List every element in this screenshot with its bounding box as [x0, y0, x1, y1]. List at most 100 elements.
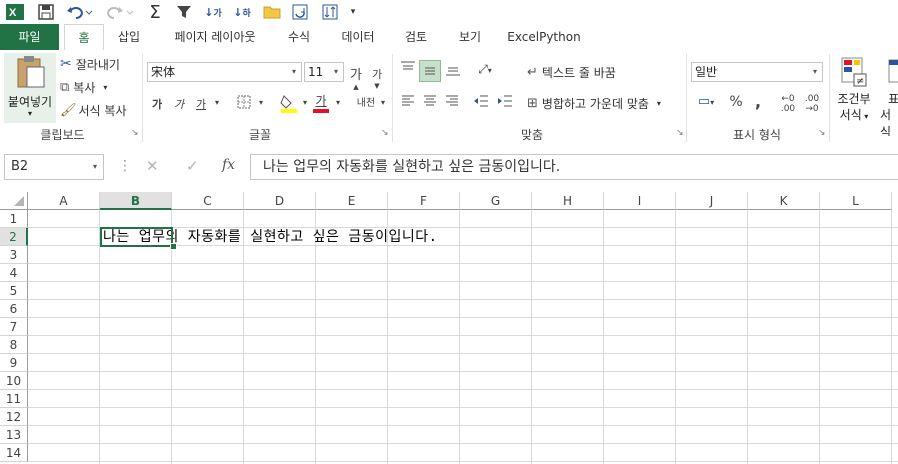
open-folder-icon[interactable]: [262, 2, 282, 22]
increase-decimal-button[interactable]: ←0.00: [778, 94, 798, 114]
font-color-button[interactable]: 가: [312, 92, 330, 114]
merge-center-button[interactable]: ⊞ 병합하고 가운데 맞춤 ▾: [527, 93, 661, 113]
underline-button[interactable]: 가: [194, 96, 208, 112]
cancel-icon[interactable]: ✕: [146, 157, 159, 175]
phonetic-dropdown-icon[interactable]: ▾: [378, 98, 388, 107]
percent-button[interactable]: %: [728, 94, 744, 110]
column-header-h[interactable]: H: [532, 192, 604, 210]
row-header-5[interactable]: 5: [0, 282, 28, 300]
tab-insert[interactable]: 삽입: [108, 24, 150, 50]
italic-button[interactable]: 가: [172, 96, 186, 112]
increase-indent-button[interactable]: [496, 94, 514, 112]
autosum-icon[interactable]: Σ: [146, 2, 164, 23]
fill-color-button[interactable]: [280, 92, 298, 114]
decrease-indent-button[interactable]: [472, 94, 490, 112]
row-header-2[interactable]: 2: [0, 228, 28, 246]
copy-button[interactable]: ⧉ 복사 ▾: [60, 78, 107, 96]
column-header-a[interactable]: A: [28, 192, 100, 210]
name-box-dropdown-icon[interactable]: ▾: [93, 155, 97, 179]
alignment-dialog-launcher-icon[interactable]: ↘: [676, 129, 685, 138]
font-name-dropdown-icon[interactable]: ▾: [287, 63, 301, 81]
column-header-f[interactable]: F: [388, 192, 460, 210]
row-header-13[interactable]: 13: [0, 426, 28, 444]
row-header-10[interactable]: 10: [0, 372, 28, 390]
row-header-8[interactable]: 8: [0, 336, 28, 354]
formula-input[interactable]: 나는 업무의 자동화를 실현하고 싶은 금동이입니다.: [250, 154, 898, 180]
row-header-9[interactable]: 9: [0, 354, 28, 372]
column-header-b[interactable]: B: [100, 192, 172, 210]
refresh-icon[interactable]: [290, 2, 310, 22]
align-middle-button[interactable]: [419, 60, 441, 82]
align-left-button[interactable]: [400, 94, 416, 112]
shrink-font-button[interactable]: 가▼: [370, 66, 384, 96]
tab-file[interactable]: 파일: [0, 24, 59, 50]
row-header-11[interactable]: 11: [0, 390, 28, 408]
merge-dropdown-icon[interactable]: ▾: [657, 99, 661, 108]
column-header-c[interactable]: C: [172, 192, 244, 210]
filter-icon[interactable]: [175, 2, 193, 22]
row-header-4[interactable]: 4: [0, 264, 28, 282]
enter-icon[interactable]: ✓: [186, 157, 199, 175]
comma-button[interactable]: ,: [752, 92, 764, 111]
format-as-table-button[interactable]: 표 서식: [876, 56, 898, 136]
paste-button[interactable]: 붙여넣기 ▾: [4, 53, 56, 123]
transpose-icon[interactable]: [320, 2, 340, 22]
tab-excelpython[interactable]: ExcelPython: [504, 24, 584, 50]
tab-formulas[interactable]: 수식: [280, 24, 318, 50]
row-header-14[interactable]: 14: [0, 444, 28, 462]
tab-home[interactable]: 홈: [64, 24, 104, 52]
column-header-l[interactable]: L: [820, 192, 892, 210]
number-format-dropdown-icon[interactable]: ▾: [808, 63, 822, 81]
sort-ascending-icon[interactable]: ↓ 가: [203, 2, 223, 22]
borders-dropdown-icon[interactable]: ▾: [256, 98, 266, 107]
underline-dropdown-icon[interactable]: ▾: [212, 98, 222, 107]
tab-review[interactable]: 검토: [396, 24, 436, 50]
font-color-dropdown-icon[interactable]: ▾: [333, 98, 343, 107]
font-size-combo[interactable]: 11 ▾: [304, 62, 344, 82]
accounting-format-button[interactable]: ▭▾: [694, 94, 718, 109]
redo-icon[interactable]: [106, 2, 134, 22]
column-header-d[interactable]: D: [244, 192, 316, 210]
column-header-i[interactable]: I: [604, 192, 676, 210]
tab-data[interactable]: 데이터: [332, 24, 384, 50]
column-header-e[interactable]: E: [316, 192, 388, 210]
fill-color-dropdown-icon[interactable]: ▾: [300, 98, 310, 107]
number-format-combo[interactable]: 일반 ▾: [691, 62, 823, 82]
number-dialog-launcher-icon[interactable]: ↘: [818, 129, 827, 138]
orientation-button[interactable]: ⤢▾: [474, 62, 496, 77]
column-header-j[interactable]: J: [676, 192, 748, 210]
column-header-k[interactable]: K: [748, 192, 820, 210]
font-name-combo[interactable]: 宋体 ▾: [147, 62, 302, 82]
decrease-decimal-button[interactable]: .00 →0: [802, 94, 822, 114]
fill-handle[interactable]: [170, 243, 177, 250]
row-header-12[interactable]: 12: [0, 408, 28, 426]
row-header-6[interactable]: 6: [0, 300, 28, 318]
row-header-7[interactable]: 7: [0, 318, 28, 336]
row-header-3[interactable]: 3: [0, 246, 28, 264]
undo-icon[interactable]: [66, 2, 94, 22]
conditional-formatting-button[interactable]: ≠ 조건부 서식 ▾: [834, 56, 874, 136]
align-top-button[interactable]: [398, 60, 418, 82]
tab-view[interactable]: 보기: [450, 24, 490, 50]
tab-page-layout[interactable]: 페이지 레이아웃: [160, 24, 270, 50]
bold-button[interactable]: 가: [150, 96, 164, 112]
sort-descending-icon[interactable]: ↓ 하: [232, 2, 252, 22]
row-header-1[interactable]: 1: [0, 210, 28, 228]
selected-cell-b2[interactable]: [100, 227, 173, 247]
copy-dropdown-icon[interactable]: ▾: [103, 83, 107, 92]
font-size-dropdown-icon[interactable]: ▾: [329, 63, 343, 81]
clipboard-dialog-launcher-icon[interactable]: ↘: [131, 129, 140, 138]
align-right-button[interactable]: [444, 94, 460, 112]
align-bottom-button[interactable]: [443, 60, 463, 82]
align-center-button[interactable]: [422, 94, 438, 112]
cut-button[interactable]: ✂ 잘라내기: [60, 55, 120, 73]
format-painter-button[interactable]: 🖌 서식 복사: [60, 101, 127, 119]
wrap-text-button[interactable]: ↵ 텍스트 줄 바꿈: [527, 62, 616, 82]
name-box[interactable]: B2 ▾: [4, 154, 104, 180]
font-dialog-launcher-icon[interactable]: ↘: [381, 129, 390, 138]
borders-button[interactable]: [236, 95, 252, 113]
phonetic-guide-button[interactable]: 내천: [356, 94, 376, 109]
customize-toolbar-icon[interactable]: ▾: [346, 2, 360, 22]
insert-function-icon[interactable]: fx: [222, 157, 235, 173]
column-header-g[interactable]: G: [460, 192, 532, 210]
